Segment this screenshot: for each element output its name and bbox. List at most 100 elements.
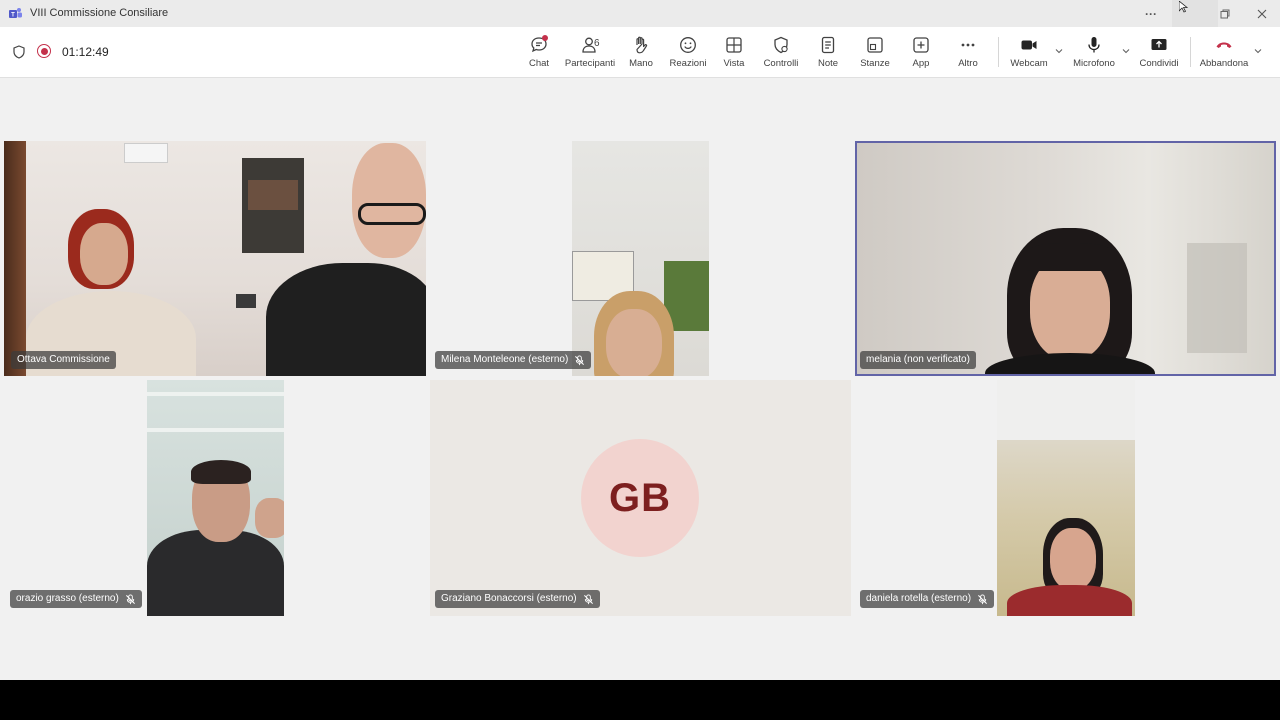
toolbar-divider bbox=[998, 37, 999, 67]
smiley-icon bbox=[680, 37, 696, 53]
more-actions-label: Altro bbox=[958, 58, 978, 69]
person-body bbox=[147, 530, 284, 616]
view-button[interactable]: Vista bbox=[708, 35, 760, 75]
person-hair bbox=[191, 460, 251, 484]
video-feed bbox=[147, 380, 284, 616]
person-body bbox=[985, 353, 1155, 374]
participants-button[interactable]: 6 Partecipanti bbox=[564, 35, 616, 75]
webcam-button[interactable]: Webcam bbox=[1003, 35, 1055, 75]
notes-button[interactable]: Note bbox=[802, 35, 854, 75]
close-icon bbox=[1257, 9, 1267, 18]
notes-label: Note bbox=[817, 58, 839, 69]
wall-switch bbox=[236, 294, 256, 308]
hang-up-icon bbox=[1216, 42, 1232, 48]
avatar: GB bbox=[581, 439, 699, 557]
meeting-timer: 01:12:49 bbox=[62, 45, 109, 59]
teams-logo-icon: T bbox=[9, 8, 22, 19]
rooms-icon bbox=[867, 37, 883, 53]
share-button[interactable]: Condividi bbox=[1133, 35, 1185, 75]
meeting-toolbar: 01:12:49 Chat 6 Partecipanti Mano Reazio… bbox=[0, 27, 1280, 78]
letterbox-bar bbox=[0, 680, 1280, 720]
mic-off-icon bbox=[125, 593, 135, 604]
apps-label: App bbox=[912, 58, 930, 69]
window-title: VIII Commissione Consiliare bbox=[30, 7, 169, 19]
wall-sign bbox=[124, 143, 168, 163]
controls-button[interactable]: Controlli bbox=[755, 35, 807, 75]
shield-settings-icon bbox=[774, 36, 788, 54]
title-bar: T VIII Commissione Consiliare ··· bbox=[0, 0, 1280, 27]
close-button[interactable] bbox=[1239, 0, 1280, 27]
person-face bbox=[606, 309, 662, 376]
ellipsis-icon bbox=[961, 43, 975, 47]
shield-icon bbox=[13, 45, 25, 59]
unread-badge bbox=[542, 35, 548, 41]
notes-icon bbox=[821, 36, 835, 54]
toolbar-divider bbox=[1190, 37, 1191, 67]
participant-name-chip: daniela rotella (esterno) bbox=[860, 590, 995, 608]
shelf bbox=[147, 428, 284, 432]
participant-name-chip: Ottava Commissione bbox=[11, 351, 116, 369]
chevron-down-icon[interactable] bbox=[1053, 45, 1065, 57]
webcam-label: Webcam bbox=[1010, 58, 1048, 69]
participant-name: Milena Monteleone (esterno) bbox=[441, 354, 569, 365]
person-face bbox=[1050, 528, 1096, 590]
participant-name: Ottava Commissione bbox=[17, 354, 110, 365]
restore-icon bbox=[1220, 9, 1230, 18]
chevron-down-icon[interactable] bbox=[1252, 45, 1264, 57]
shelf bbox=[147, 392, 284, 396]
person-face bbox=[352, 143, 426, 258]
more-actions-button[interactable]: Altro bbox=[942, 35, 994, 75]
mic-off-icon bbox=[978, 593, 988, 604]
video-tile-ottava-commissione[interactable]: Ottava Commissione bbox=[4, 141, 426, 376]
add-app-icon bbox=[913, 37, 929, 53]
apps-button[interactable]: App bbox=[895, 35, 947, 75]
video-feed bbox=[572, 141, 709, 376]
share-screen-icon bbox=[1151, 39, 1167, 50]
view-label: Vista bbox=[723, 58, 745, 69]
hand-icon bbox=[636, 36, 648, 54]
controls-label: Controlli bbox=[763, 58, 799, 69]
door-frame bbox=[4, 141, 26, 376]
person-hand bbox=[255, 498, 284, 538]
participant-name-chip: melania (non verificato) bbox=[860, 351, 976, 369]
microphone-icon bbox=[1088, 37, 1100, 53]
microphone-button[interactable]: Microfono bbox=[1068, 35, 1120, 75]
participant-name: melania (non verificato) bbox=[866, 354, 970, 365]
cursor-icon bbox=[1179, 1, 1189, 13]
recording-icon bbox=[37, 44, 51, 58]
participant-name-chip: Graziano Bonaccorsi (esterno) bbox=[435, 590, 600, 608]
participants-count: 6 bbox=[594, 38, 600, 49]
participant-name: orazio grasso (esterno) bbox=[16, 593, 119, 604]
participants-label: Partecipanti bbox=[564, 58, 616, 69]
leave-label: Abbandona bbox=[1199, 58, 1249, 69]
participant-name: Graziano Bonaccorsi (esterno) bbox=[441, 593, 577, 604]
person-face bbox=[80, 223, 128, 285]
reactions-button[interactable]: Reazioni bbox=[662, 35, 714, 75]
participant-name-chip: orazio grasso (esterno) bbox=[10, 590, 142, 608]
video-tile-graziano-bonaccorsi[interactable]: GB Graziano Bonaccorsi (esterno) bbox=[430, 380, 851, 616]
person-body bbox=[1007, 585, 1132, 616]
more-options-button[interactable]: ··· bbox=[1128, 0, 1174, 27]
svg-text:T: T bbox=[11, 13, 15, 19]
microphone-label: Microfono bbox=[1073, 58, 1115, 69]
chat-button[interactable]: Chat bbox=[513, 35, 565, 75]
video-tile-orazio-grasso[interactable]: orazio grasso (esterno) bbox=[4, 380, 426, 616]
video-camera-icon bbox=[1021, 40, 1037, 50]
glasses bbox=[358, 203, 426, 225]
person-bangs bbox=[1025, 243, 1115, 271]
person-body bbox=[266, 263, 426, 376]
ceiling bbox=[997, 380, 1135, 440]
breakout-rooms-label: Stanze bbox=[860, 58, 890, 69]
raise-hand-button[interactable]: Mano bbox=[615, 35, 667, 75]
participant-name-chip: Milena Monteleone (esterno) bbox=[435, 351, 592, 369]
raise-hand-label: Mano bbox=[629, 58, 653, 69]
video-tile-milena-monteleone[interactable]: Milena Monteleone (esterno) bbox=[430, 141, 851, 376]
leave-button[interactable]: Abbandona bbox=[1198, 35, 1250, 75]
breakout-rooms-button[interactable]: Stanze bbox=[849, 35, 901, 75]
mic-off-icon bbox=[583, 593, 593, 604]
video-tile-melania[interactable]: melania (non verificato) bbox=[855, 141, 1276, 376]
video-feed bbox=[997, 380, 1135, 616]
video-tile-daniela-rotella[interactable]: daniela rotella (esterno) bbox=[855, 380, 1276, 616]
background-shelf bbox=[1187, 243, 1247, 353]
chevron-down-icon[interactable] bbox=[1120, 45, 1132, 57]
